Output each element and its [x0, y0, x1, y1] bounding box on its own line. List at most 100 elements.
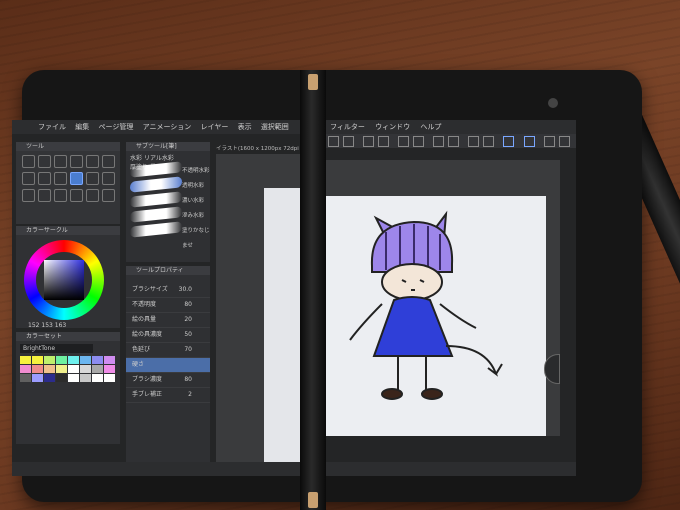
blend-tool-icon[interactable] [22, 189, 35, 202]
menu-file[interactable]: ファイル [38, 123, 66, 131]
color-swatch[interactable] [32, 356, 43, 364]
edit-icon[interactable] [543, 136, 555, 147]
brush-tool-icon[interactable] [70, 172, 83, 185]
perspective-icon[interactable] [483, 136, 495, 147]
prop-value: 70 [184, 346, 192, 353]
prop-label: 絵の具濃度 [132, 331, 163, 338]
snap-special-icon[interactable] [523, 136, 535, 147]
select-tool-icon[interactable] [70, 155, 83, 168]
magic-wand-icon[interactable] [102, 155, 115, 168]
color-set-select[interactable]: BrightTone [20, 344, 93, 353]
brush-preview[interactable] [130, 221, 182, 238]
airbrush-tool-icon[interactable] [86, 172, 99, 185]
brush-name[interactable]: 不透明水彩 [182, 164, 210, 179]
brush-name[interactable]: 塗りかなじませ [182, 224, 210, 254]
brush-preview[interactable] [130, 161, 182, 178]
color-swatch[interactable] [92, 356, 103, 364]
color-swatch[interactable] [104, 374, 115, 382]
brush-preview-selected[interactable] [130, 176, 182, 193]
menu-selection[interactable]: 選択範囲 [261, 123, 289, 131]
hand-tool-icon[interactable] [38, 155, 51, 168]
canvas-paper-right[interactable] [326, 196, 546, 436]
brush-name[interactable]: 透明水彩 [182, 179, 210, 194]
zoom-tool-icon[interactable] [22, 155, 35, 168]
color-swatch[interactable] [80, 365, 91, 373]
tab-real-watercolor[interactable]: リアル水彩 [144, 155, 174, 162]
menu-edit[interactable]: 編集 [75, 123, 89, 131]
settings-icon[interactable] [558, 136, 570, 147]
menu-page[interactable]: ページ管理 [98, 123, 133, 131]
brush-preview[interactable] [130, 191, 182, 208]
navigator-toggle[interactable] [544, 354, 560, 384]
fill-tool-icon[interactable] [38, 189, 51, 202]
saturation-square[interactable] [44, 260, 84, 300]
move-tool-icon[interactable] [54, 155, 67, 168]
left-bottom-bar [12, 462, 300, 476]
prop-stabilization[interactable]: 手ブレ補正 2 [126, 388, 210, 403]
menu-animation[interactable]: アニメーション [143, 123, 192, 131]
prop-color-stretch[interactable]: 色延び 70 [126, 343, 210, 358]
prop-hardness[interactable]: 硬さ [126, 358, 210, 373]
gradient-tool-icon[interactable] [54, 189, 67, 202]
prop-paint-density[interactable]: 絵の具濃度 50 [126, 328, 210, 343]
color-swatch[interactable] [44, 356, 55, 364]
text-tool-icon[interactable] [86, 189, 99, 202]
rect-select-icon[interactable] [86, 155, 99, 168]
color-swatch[interactable] [56, 365, 67, 373]
canvas-area-right [326, 160, 560, 436]
ruler-icon[interactable] [448, 136, 460, 147]
color-swatch[interactable] [68, 356, 79, 364]
color-swatch[interactable] [56, 356, 67, 364]
color-wheel[interactable] [24, 240, 104, 320]
snap-ruler-icon[interactable] [503, 136, 515, 147]
undo-icon[interactable] [328, 136, 339, 147]
brush-preview[interactable] [130, 206, 182, 223]
color-swatch[interactable] [80, 356, 91, 364]
deselect-icon[interactable] [413, 136, 425, 147]
color-swatch[interactable] [44, 365, 55, 373]
clear-icon[interactable] [363, 136, 375, 147]
pen-tool-icon[interactable] [38, 172, 51, 185]
menu-bar: ファイル 編集 ページ管理 アニメーション レイヤー 表示 選択範囲 [12, 120, 300, 134]
balloon-tool-icon[interactable] [102, 189, 115, 202]
fill-icon[interactable] [398, 136, 410, 147]
prop-brush-size[interactable]: ブラシサイズ 30.0 [126, 283, 210, 298]
menu-view[interactable]: 表示 [238, 123, 252, 131]
pencil-tool-icon[interactable] [54, 172, 67, 185]
color-swatch[interactable] [44, 374, 55, 382]
menu-layer[interactable]: レイヤー [201, 123, 229, 131]
color-swatch[interactable] [32, 374, 43, 382]
eraser-tool-icon[interactable] [102, 172, 115, 185]
color-swatch[interactable] [56, 374, 67, 382]
tab-watercolor[interactable]: 水彩 [130, 155, 142, 162]
prop-brush-density[interactable]: ブラシ濃度 80 [126, 373, 210, 388]
color-swatch[interactable] [68, 374, 79, 382]
color-swatch[interactable] [20, 374, 31, 382]
menu-window[interactable]: ウィンドウ [375, 123, 410, 131]
canvas-tab[interactable]: イラスト(1600 x 1200px 72dpi [216, 144, 299, 152]
menu-filter[interactable]: フィルター [330, 123, 365, 131]
right-bottom-bar [326, 462, 576, 476]
brush-name[interactable]: 滲み水彩 [182, 209, 210, 224]
color-swatch[interactable] [32, 365, 43, 373]
color-swatch[interactable] [80, 374, 91, 382]
color-swatch[interactable] [104, 365, 115, 373]
grid-icon[interactable] [468, 136, 480, 147]
color-swatch[interactable] [20, 365, 31, 373]
device-hinge [300, 70, 326, 510]
menu-help[interactable]: ヘルプ [420, 123, 441, 131]
redo-icon[interactable] [343, 136, 354, 147]
color-swatch[interactable] [104, 356, 115, 364]
figure-tool-icon[interactable] [70, 189, 83, 202]
prop-opacity[interactable]: 不透明度 80 [126, 298, 210, 313]
transform-icon[interactable] [378, 136, 390, 147]
color-swatch[interactable] [20, 356, 31, 364]
brush-name[interactable]: 濃い水彩 [182, 194, 210, 209]
eyedropper-icon[interactable] [22, 172, 35, 185]
color-swatch[interactable] [92, 374, 103, 382]
snap-icon[interactable] [433, 136, 445, 147]
color-swatch[interactable] [92, 365, 103, 373]
canvas-paper-left[interactable] [264, 188, 300, 464]
prop-paint-amount[interactable]: 絵の具量 20 [126, 313, 210, 328]
color-swatch[interactable] [68, 365, 79, 373]
